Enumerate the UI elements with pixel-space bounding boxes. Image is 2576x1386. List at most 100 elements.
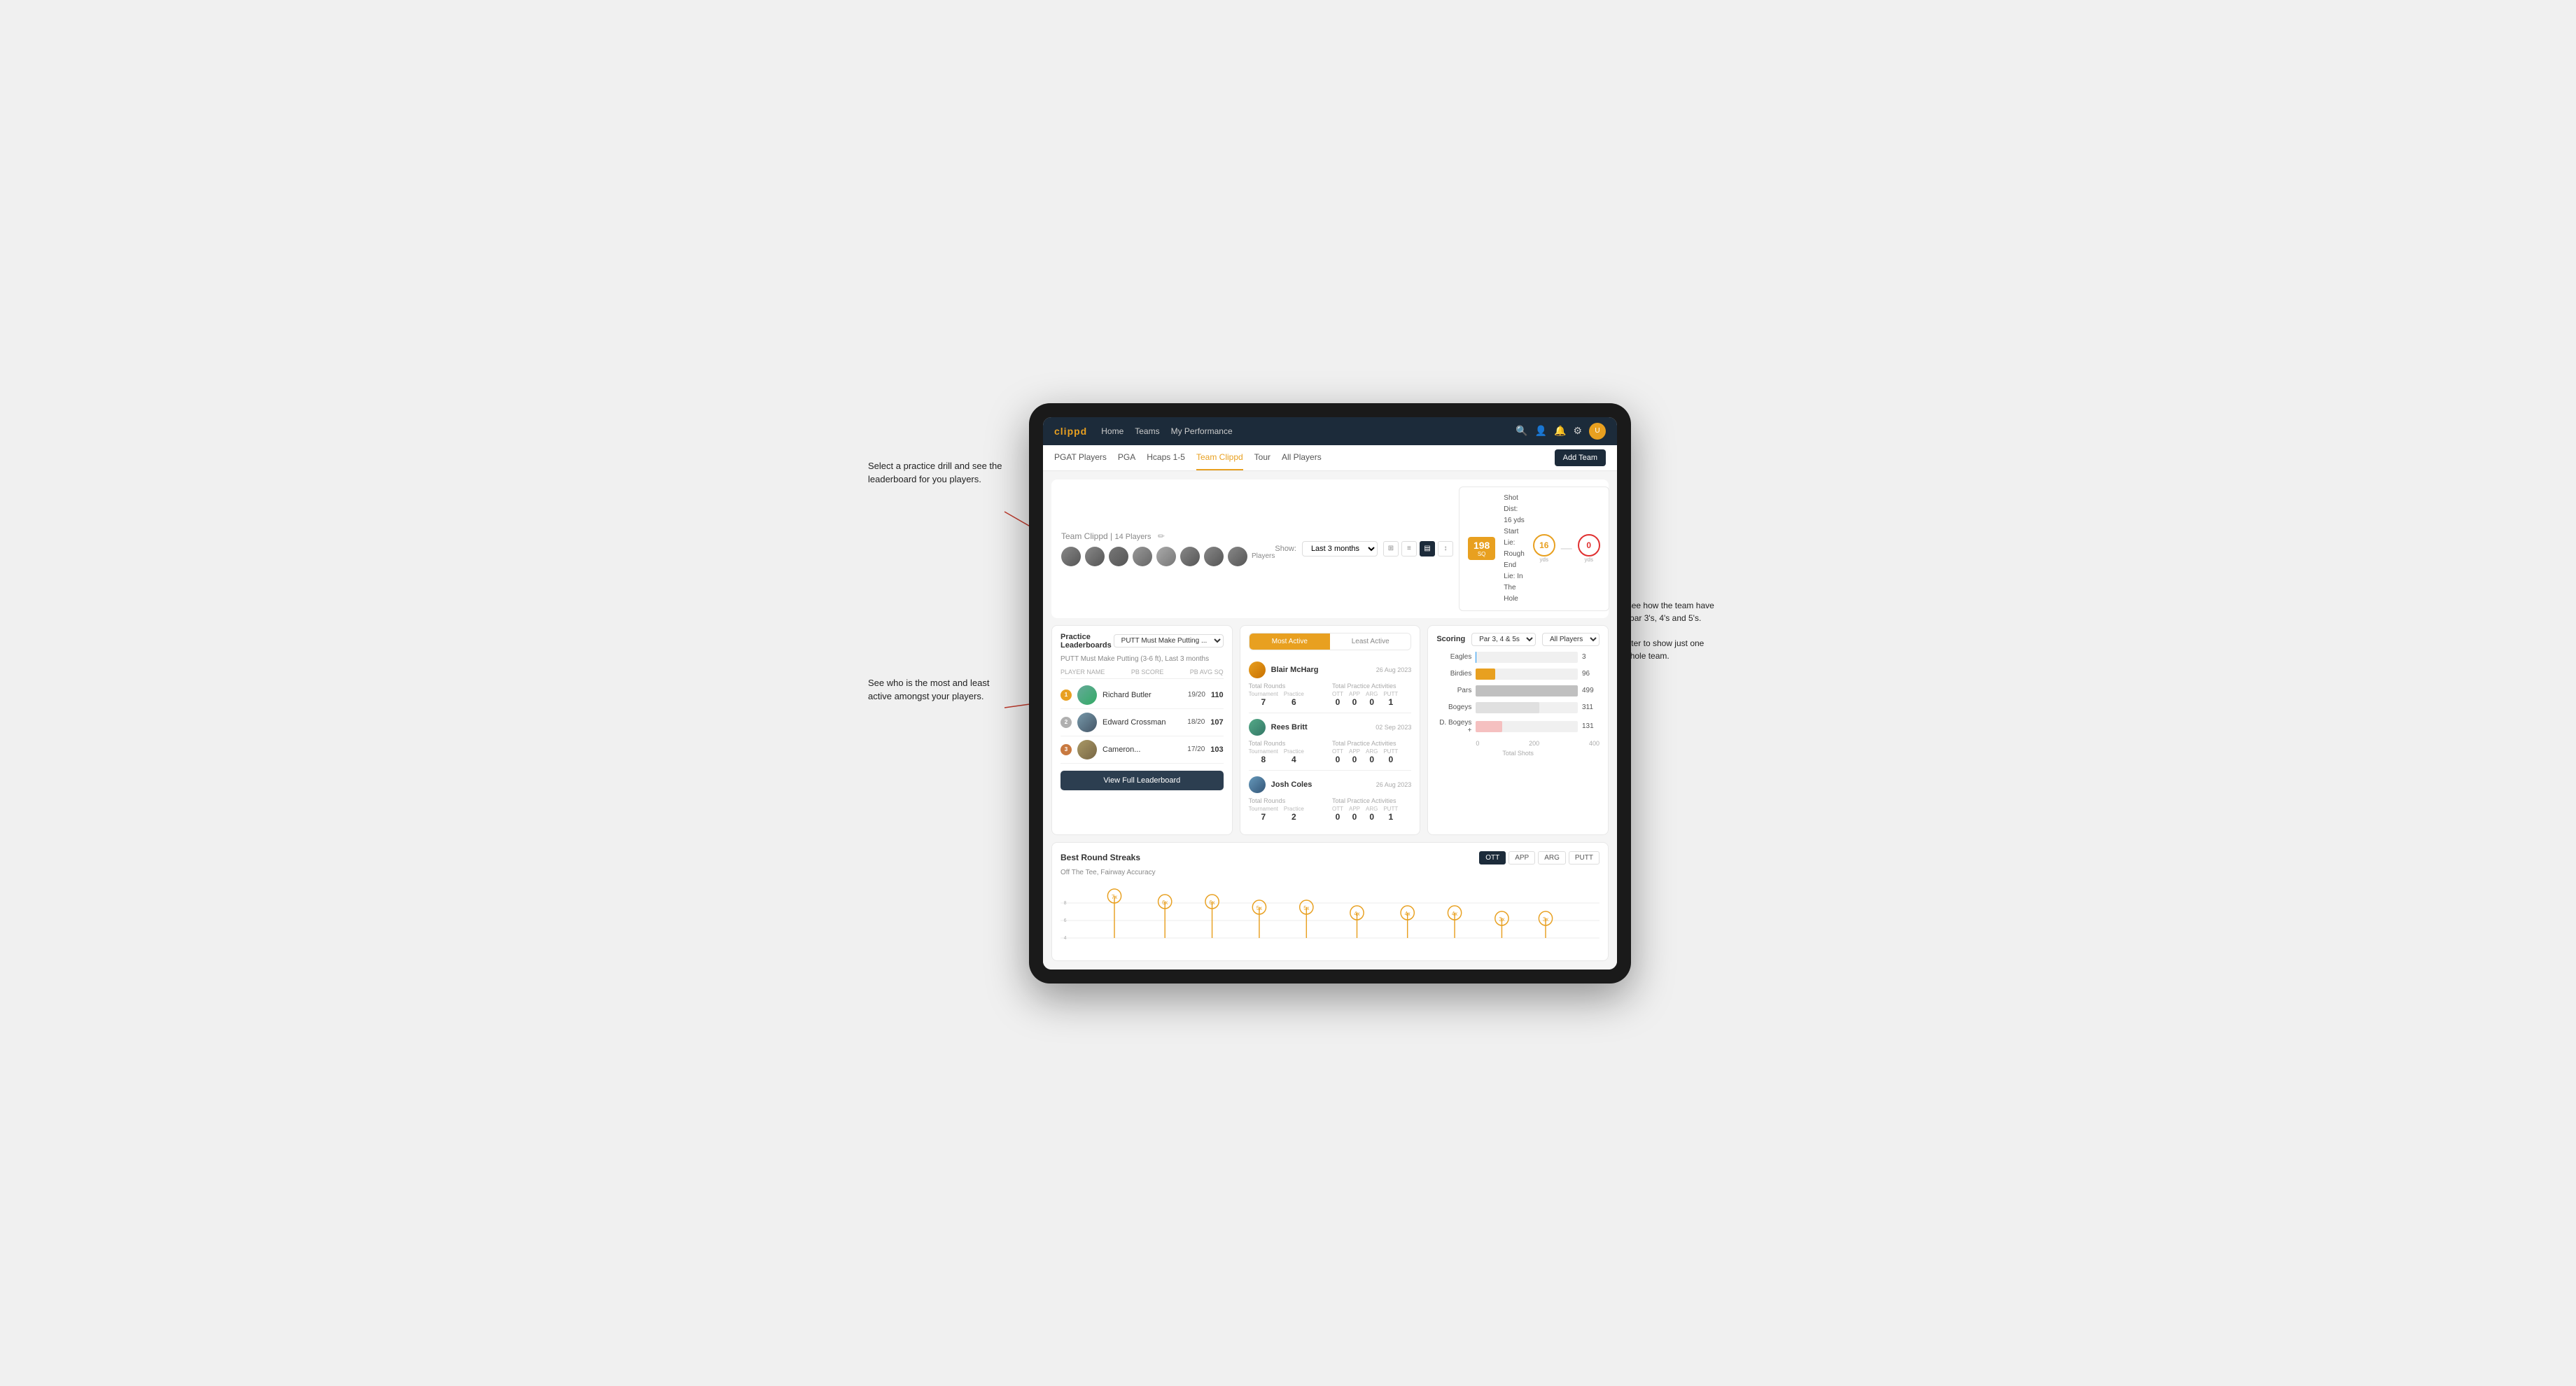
lb-name-2: Edward Crossman bbox=[1102, 718, 1182, 727]
bell-icon[interactable]: 🔔 bbox=[1554, 425, 1566, 437]
activity-name-1: Blair McHarg bbox=[1271, 666, 1371, 674]
dbogeys-track bbox=[1476, 721, 1578, 732]
activity-player-2-header: Rees Britt 02 Sep 2023 bbox=[1249, 719, 1412, 736]
view-list-icon[interactable]: ≡ bbox=[1401, 541, 1417, 556]
score-card: 198 SQ Shot Dist: 16 yds Start Lie: Roug… bbox=[1459, 486, 1609, 611]
streak-chart: 7x 6x 6x 5x bbox=[1060, 882, 1600, 952]
player-avatar-1 bbox=[1061, 547, 1081, 566]
birdies-fill bbox=[1476, 668, 1495, 680]
drill-select[interactable]: PUTT Must Make Putting ... bbox=[1114, 634, 1224, 648]
nav-teams[interactable]: Teams bbox=[1135, 424, 1159, 439]
streak-tab-app[interactable]: APP bbox=[1508, 851, 1535, 864]
player-avatar-6 bbox=[1180, 547, 1200, 566]
dbogeys-label: D. Bogeys + bbox=[1436, 719, 1471, 734]
view-cards-icon[interactable]: ▤ bbox=[1420, 541, 1435, 556]
activity-stats-2: Total Rounds Tournament8 Practice4 Total… bbox=[1249, 740, 1412, 764]
activity-avatar-1 bbox=[1249, 662, 1266, 678]
add-team-button[interactable]: Add Team bbox=[1555, 449, 1606, 466]
search-icon[interactable]: 🔍 bbox=[1516, 425, 1527, 437]
lb-score-2: 18/20 bbox=[1187, 718, 1205, 726]
svg-text:6x: 6x bbox=[1162, 899, 1168, 905]
sub-nav-pgat[interactable]: PGAT Players bbox=[1054, 445, 1107, 470]
view-sort-icon[interactable]: ↕ bbox=[1438, 541, 1453, 556]
player-avatar-3 bbox=[1109, 547, 1128, 566]
sub-nav-tour[interactable]: Tour bbox=[1254, 445, 1270, 470]
streak-chart-svg: 7x 6x 6x 5x bbox=[1060, 882, 1600, 952]
annotation-bottom-left: See who is the most and least active amo… bbox=[868, 676, 1008, 704]
par-filter[interactable]: Par 3, 4 & 5s bbox=[1471, 633, 1536, 646]
activity-avatar-3 bbox=[1249, 776, 1266, 793]
lb-score-3: 17/20 bbox=[1187, 746, 1205, 753]
lb-avatar-3 bbox=[1077, 740, 1097, 760]
activity-player-3-header: Josh Coles 26 Aug 2023 bbox=[1249, 776, 1412, 793]
activity-avatar-2 bbox=[1249, 719, 1266, 736]
streak-tab-putt[interactable]: PUTT bbox=[1569, 851, 1600, 864]
activity-player-1-header: Blair McHarg 26 Aug 2023 bbox=[1249, 662, 1412, 678]
practice-subtitle: PUTT Must Make Putting (3-6 ft), Last 3 … bbox=[1060, 655, 1224, 663]
player-filter[interactable]: All Players bbox=[1542, 633, 1600, 646]
eagles-value: 3 bbox=[1582, 653, 1600, 661]
scoring-title: Scoring bbox=[1436, 635, 1465, 643]
scoring-header: Scoring Par 3, 4 & 5s All Players bbox=[1436, 633, 1600, 646]
sub-nav-teamclippd[interactable]: Team Clippd bbox=[1196, 445, 1243, 470]
streak-tabs: OTT APP ARG PUTT bbox=[1479, 851, 1600, 864]
birdies-bar-row: Birdies 96 bbox=[1436, 668, 1600, 680]
total-rounds-group-2: Total Rounds Tournament8 Practice4 bbox=[1249, 740, 1328, 764]
pars-bar-row: Pars 499 bbox=[1436, 685, 1600, 696]
lb-name-3: Cameron... bbox=[1102, 746, 1182, 754]
svg-text:4x: 4x bbox=[1354, 910, 1359, 916]
settings-icon[interactable]: ⚙ bbox=[1573, 425, 1582, 437]
team-info: Team Clippd | 14 Players ✏ bbox=[1061, 531, 1275, 566]
score-info: Shot Dist: 16 yds Start Lie: Rough End L… bbox=[1504, 493, 1524, 605]
total-shots-label: Total Shots bbox=[1436, 750, 1600, 757]
svg-text:3x: 3x bbox=[1499, 916, 1504, 922]
lb-score-1: 19/20 bbox=[1188, 691, 1205, 699]
streak-panel: Best Round Streaks OTT APP ARG PUTT Off … bbox=[1051, 842, 1609, 961]
player-avatar-7 bbox=[1204, 547, 1224, 566]
streak-title: Best Round Streaks bbox=[1060, 853, 1140, 862]
scoring-bars: Eagles 3 Birdies bbox=[1436, 652, 1600, 734]
x-axis: 0 200 400 bbox=[1436, 740, 1600, 747]
nav-performance[interactable]: My Performance bbox=[1171, 424, 1233, 439]
view-full-leaderboard-button[interactable]: View Full Leaderboard bbox=[1060, 771, 1224, 790]
team-title: Team Clippd | 14 Players ✏ bbox=[1061, 531, 1165, 541]
view-grid-icon[interactable]: ⊞ bbox=[1383, 541, 1399, 556]
activity-date-2: 02 Sep 2023 bbox=[1376, 724, 1411, 731]
sub-nav: PGAT Players PGA Hcaps 1-5 Team Clippd T… bbox=[1043, 445, 1617, 471]
lb-row-1: 1 Richard Butler 19/20 110 bbox=[1060, 682, 1224, 709]
lb-avatar-2 bbox=[1077, 713, 1097, 732]
practice-activities-group-1: Total Practice Activities OTT0 APP0 ARG0… bbox=[1332, 682, 1411, 707]
activity-toggle-bar: Most Active Least Active bbox=[1249, 633, 1412, 650]
avatar-icon[interactable]: U bbox=[1589, 423, 1606, 440]
sub-nav-pga[interactable]: PGA bbox=[1118, 445, 1135, 470]
svg-text:3x: 3x bbox=[1543, 916, 1548, 922]
activity-player-2: Rees Britt 02 Sep 2023 Total Rounds Tour… bbox=[1249, 713, 1412, 771]
eagles-track bbox=[1476, 652, 1578, 663]
practice-leaderboard-title: Practice Leaderboards bbox=[1060, 633, 1114, 650]
most-active-toggle[interactable]: Most Active bbox=[1250, 634, 1330, 650]
sub-nav-allplayers[interactable]: All Players bbox=[1282, 445, 1322, 470]
activity-player-1: Blair McHarg 26 Aug 2023 Total Rounds To… bbox=[1249, 656, 1412, 713]
streak-tab-arg[interactable]: ARG bbox=[1538, 851, 1566, 864]
team-controls: Show: Last 3 months ⊞ ≡ ▤ ↕ bbox=[1275, 486, 1609, 611]
period-select[interactable]: Last 3 months bbox=[1302, 541, 1378, 556]
score-circle-2: 0 bbox=[1578, 534, 1600, 556]
activity-stats-3: Total Rounds Tournament7 Practice2 Total… bbox=[1249, 797, 1412, 822]
team-players-row: Players bbox=[1061, 547, 1275, 566]
edit-team-icon[interactable]: ✏ bbox=[1158, 531, 1165, 541]
score-circle-1: 16 bbox=[1533, 534, 1555, 556]
sub-nav-hcaps[interactable]: Hcaps 1-5 bbox=[1147, 445, 1185, 470]
lb-row-2: 2 Edward Crossman 18/20 107 bbox=[1060, 709, 1224, 736]
least-active-toggle[interactable]: Least Active bbox=[1330, 634, 1410, 650]
nav-home[interactable]: Home bbox=[1101, 424, 1124, 439]
nav-links: Home Teams My Performance bbox=[1101, 424, 1502, 439]
streak-tab-ott[interactable]: OTT bbox=[1479, 851, 1506, 864]
practice-leaderboard-panel: Practice Leaderboards PUTT Must Make Put… bbox=[1051, 625, 1233, 835]
person-icon[interactable]: 👤 bbox=[1535, 425, 1547, 437]
svg-text:5x: 5x bbox=[1303, 904, 1309, 911]
lb-header-row: PLAYER NAME PB SCORE PB AVG SQ bbox=[1060, 668, 1224, 679]
bogeys-value: 311 bbox=[1582, 704, 1600, 711]
dbogeys-value: 131 bbox=[1582, 722, 1600, 730]
score-circles: 16 yds — 0 yds bbox=[1533, 534, 1600, 563]
svg-text:8: 8 bbox=[1064, 900, 1067, 905]
